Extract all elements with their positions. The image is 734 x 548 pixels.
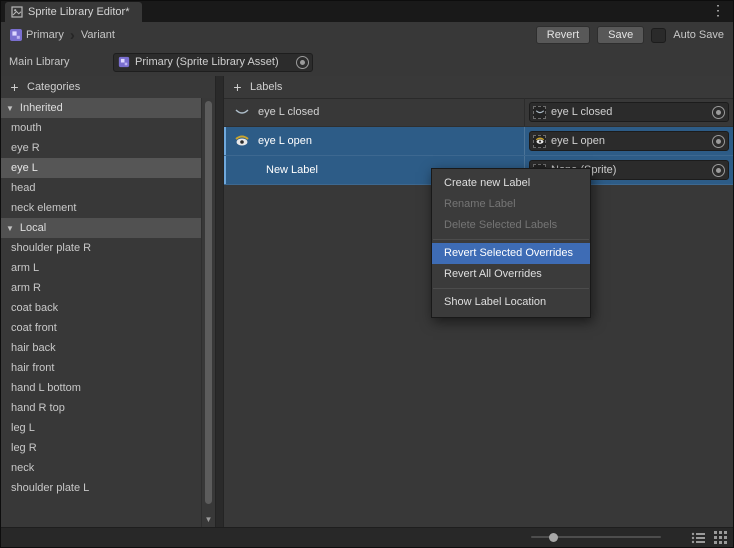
category-item-coat-back[interactable]: coat back <box>1 298 201 318</box>
grid-view-icon[interactable] <box>714 531 727 544</box>
label-row-eye-l-closed[interactable]: eye L closed eye L closed <box>224 98 733 127</box>
category-group-label: Inherited <box>20 102 63 114</box>
scrollbar-thumb[interactable] <box>205 101 212 504</box>
categories-header: + Categories <box>1 76 215 99</box>
category-item-hair-front[interactable]: hair front <box>1 358 201 378</box>
main-library-object-field[interactable]: Primary (Sprite Library Asset) <box>113 53 313 72</box>
category-item-hand-r-top[interactable]: hand R top <box>1 398 201 418</box>
menu-separator <box>433 288 589 289</box>
category-item-arm-l[interactable]: arm L <box>1 258 201 278</box>
label-name-cell: eye L open <box>224 127 524 155</box>
category-item-arm-r[interactable]: arm R <box>1 278 201 298</box>
object-picker-icon[interactable] <box>296 56 309 69</box>
sprite-library-editor-window: Sprite Library Editor* ⋮ Primary › Varia… <box>0 0 734 548</box>
save-button[interactable]: Save <box>597 26 644 44</box>
menu-item-delete-selected-labels: Delete Selected Labels <box>432 215 590 236</box>
categories-header-label: Categories <box>27 81 80 93</box>
category-item-hair-back[interactable]: hair back <box>1 338 201 358</box>
menu-item-rename-label: Rename Label <box>432 194 590 215</box>
category-item-coat-front[interactable]: coat front <box>1 318 201 338</box>
labels-header: + Labels <box>224 76 733 99</box>
foldout-icon: ▼ <box>6 224 14 233</box>
object-picker-icon[interactable] <box>712 106 725 119</box>
category-group-inherited[interactable]: ▼ Inherited <box>1 98 201 118</box>
window-menu-icon[interactable]: ⋮ <box>711 2 725 19</box>
breadcrumb-bar: Primary › Variant Revert Save Auto Save <box>1 22 733 48</box>
category-item-leg-l[interactable]: leg L <box>1 418 201 438</box>
add-category-button[interactable]: + <box>9 80 20 94</box>
category-item-eye-l[interactable]: eye L <box>1 158 201 178</box>
sprite-thumbnail-icon <box>533 135 546 148</box>
category-item-neck-element[interactable]: neck element <box>1 198 201 218</box>
category-group-label: Local <box>20 222 46 234</box>
labels-header-label: Labels <box>250 81 282 93</box>
window-title: Sprite Library Editor* <box>28 6 130 18</box>
sprite-library-editor-icon <box>11 6 23 18</box>
categories-scrollbar[interactable]: ▼ <box>201 98 215 527</box>
sprite-object-value: eye L closed <box>551 106 707 118</box>
category-group-local[interactable]: ▼ Local <box>1 218 201 238</box>
category-item-shoulder-plate-l[interactable]: shoulder plate L <box>1 478 201 498</box>
category-item-eye-r[interactable]: eye R <box>1 138 201 158</box>
category-item-mouth[interactable]: mouth <box>1 118 201 138</box>
revert-button[interactable]: Revert <box>536 26 590 44</box>
add-label-button[interactable]: + <box>232 80 243 94</box>
list-view-icon[interactable] <box>691 532 705 544</box>
sprite-object-value: eye L open <box>551 135 707 147</box>
category-item-leg-r[interactable]: leg R <box>1 438 201 458</box>
sprite-object-field[interactable]: eye L closed <box>529 102 729 122</box>
toolbar-actions: Revert Save Auto Save <box>536 26 733 44</box>
foldout-icon: ▼ <box>6 104 14 113</box>
label-name-cell: eye L closed <box>224 98 524 126</box>
breadcrumb-primary[interactable]: Primary <box>26 29 64 41</box>
sprite-library-asset-icon <box>9 28 23 42</box>
statusbar <box>1 527 733 547</box>
breadcrumb-separator-icon: › <box>70 28 75 43</box>
label-name: eye L open <box>258 135 312 147</box>
scroll-down-icon[interactable]: ▼ <box>202 515 215 524</box>
main-library-label: Main Library <box>9 56 113 68</box>
category-item-shoulder-plate-r[interactable]: shoulder plate R <box>1 238 201 258</box>
breadcrumb-variant[interactable]: Variant <box>81 29 115 41</box>
eye-closed-sprite-icon <box>234 106 250 118</box>
menu-item-revert-all-overrides[interactable]: Revert All Overrides <box>432 264 590 285</box>
eye-open-sprite-icon <box>234 135 250 147</box>
auto-save-checkbox[interactable] <box>651 28 666 43</box>
view-mode-toggles <box>691 531 727 544</box>
titlebar: Sprite Library Editor* ⋮ <box>1 1 733 22</box>
editor-body: + Categories ▼ Inherited moutheye Reye Lhe… <box>1 76 733 527</box>
object-picker-icon[interactable] <box>712 135 725 148</box>
menu-item-revert-selected-overrides[interactable]: Revert Selected Overrides <box>432 243 590 264</box>
window-tab[interactable]: Sprite Library Editor* <box>5 2 142 22</box>
menu-separator <box>433 239 589 240</box>
category-item-neck[interactable]: neck <box>1 458 201 478</box>
slider-handle[interactable] <box>549 533 558 542</box>
label-field-cell: eye L open <box>524 127 733 155</box>
thumbnail-size-slider[interactable] <box>531 532 661 542</box>
categories-panel: + Categories ▼ Inherited moutheye Reye Lhe… <box>1 76 216 527</box>
label-field-cell: eye L closed <box>524 98 733 126</box>
object-picker-icon[interactable] <box>712 164 725 177</box>
label-name: New Label <box>266 164 318 176</box>
categories-list: ▼ Inherited moutheye Reye Lheadneck elemen… <box>1 98 201 527</box>
sprite-object-field[interactable]: eye L open <box>529 131 729 151</box>
main-library-object-value: Primary (Sprite Library Asset) <box>135 56 291 68</box>
sprite-thumbnail-icon <box>533 106 546 119</box>
category-item-head[interactable]: head <box>1 178 201 198</box>
menu-item-create-new-label[interactable]: Create new Label <box>432 173 590 194</box>
sprite-library-asset-icon-small <box>118 56 130 68</box>
category-item-hand-l-bottom[interactable]: hand L bottom <box>1 378 201 398</box>
main-library-row: Main Library Primary (Sprite Library Ass… <box>1 48 733 76</box>
context-menu: Create new LabelRename LabelDelete Selec… <box>431 168 591 318</box>
label-row-eye-l-open[interactable]: eye L open eye L open <box>224 127 733 156</box>
auto-save-label: Auto Save <box>673 29 724 41</box>
menu-item-show-label-location[interactable]: Show Label Location <box>432 292 590 313</box>
label-name: eye L closed <box>258 106 319 118</box>
